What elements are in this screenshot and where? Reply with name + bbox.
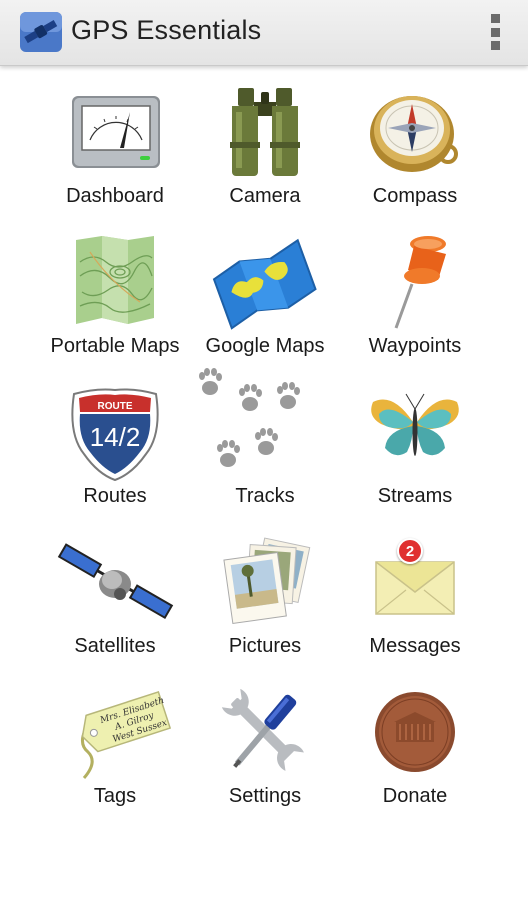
feature-grid: Dashboard Camera Compass Portable Maps G… [40,82,490,832]
push-pin-icon [360,232,470,332]
tile-label: Pictures [228,635,302,657]
tile-label: Settings [228,785,302,807]
tile-donate[interactable]: Donate [340,682,490,832]
luggage-tag-icon: Mrs. Elisabeth A. Gilroy West Sussex [60,682,172,782]
tile-waypoints[interactable]: Waypoints [340,232,490,382]
route-shield-number-text: 14/2 [90,422,141,452]
tile-pictures[interactable]: Pictures [190,532,340,682]
photo-stack-icon [210,532,320,632]
tile-label: Portable Maps [50,335,180,357]
gps-essentials-app-icon[interactable] [18,10,64,54]
route-shield-icon: ROUTE 14/2 [60,382,170,482]
tile-label: Tags [93,785,137,807]
paw-prints-icon [199,368,320,482]
tile-label: Google Maps [205,335,325,357]
overflow-menu-icon[interactable] [488,14,502,50]
app-title: GPS Essentials [71,15,262,45]
folded-map-icon [210,232,320,332]
wrench-screwdriver-icon [210,682,320,782]
tile-label: Donate [382,785,448,807]
tile-label: Tracks [235,485,295,507]
tile-dashboard[interactable]: Dashboard [40,82,190,232]
tile-tracks[interactable]: Tracks [190,368,340,532]
tile-label: Camera [229,185,301,207]
butterfly-icon [360,382,470,482]
compass-icon [360,82,470,182]
tile-label: Streams [377,485,453,507]
app-bar: GPS Essentials [0,0,528,66]
tile-portable-maps[interactable]: Portable Maps [40,232,190,382]
tile-label: Compass [372,185,458,207]
dashboard-gauge-icon [60,82,170,182]
satellite-icon [57,532,174,632]
penny-coin-icon [360,682,470,782]
tile-satellites[interactable]: Satellites [40,532,190,682]
binoculars-icon [210,82,320,182]
tile-label: Waypoints [368,335,462,357]
tile-camera[interactable]: Camera [190,82,340,232]
tile-label: Satellites [74,635,156,657]
topographic-map-icon [60,232,170,332]
tile-compass[interactable]: Compass [340,82,490,232]
tile-google-maps[interactable]: Google Maps [190,232,340,382]
tile-settings[interactable]: Settings [190,682,340,832]
messages-unread-badge: 2 [397,538,423,564]
tile-label: Dashboard [66,185,164,207]
tile-label: Routes [83,485,147,507]
tile-routes[interactable]: ROUTE 14/2 Routes [40,382,190,532]
route-shield-top-text: ROUTE [98,401,133,412]
tile-streams[interactable]: Streams [340,382,490,532]
tile-label: Messages [369,635,461,657]
tile-tags[interactable]: Mrs. Elisabeth A. Gilroy West Sussex Tag… [40,682,190,832]
